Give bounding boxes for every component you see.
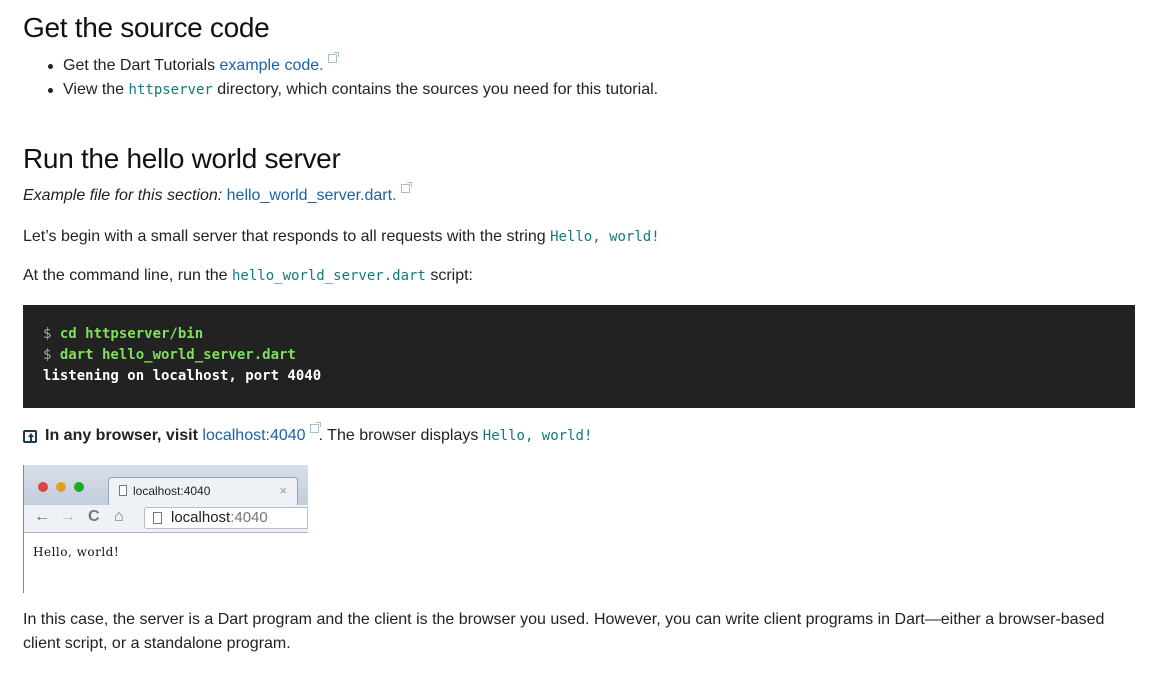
browser-page-content: Hello, world! [24,533,308,593]
example-code-link[interactable]: example code. [220,57,324,74]
home-icon: ⌂ [114,508,124,525]
inline-code: httpserver [128,82,213,98]
paragraph-text: At the command line, run the [23,267,232,284]
bullet-text: Get the Dart Tutorials [63,57,220,74]
page-icon [153,512,162,524]
command-line-paragraph: At the command line, run the hello_world… [23,264,473,288]
back-arrow-icon: ← [34,508,50,525]
paragraph-text: script: [425,267,473,284]
source-bullet-list: Get the Dart Tutorials example code. Vie… [23,52,659,102]
browser-toolbar: ← → C ⌂ localhost:4040 [24,505,308,533]
source-heading: Get the source code [23,12,270,43]
instruction-text: . The browser displays [318,427,483,444]
close-window-icon [38,482,48,492]
inline-code: hello_world_server.dart [232,268,426,284]
inline-code: Hello, world! [482,428,593,444]
reload-icon: C [88,508,100,525]
url-host: localhost [171,509,231,526]
run-server-heading: Run the hello world server [23,143,341,174]
example-file-link[interactable]: hello_world_server.dart. [227,187,397,204]
inline-code: Hello, world! [550,229,660,245]
localhost-link[interactable]: localhost:4040 [202,427,305,444]
terminal-command: cd httpserver/bin [59,326,204,342]
list-item: View the httpserver directory, which con… [47,78,659,102]
terminal-prompt: $ [43,347,60,363]
tab-close-icon: × [279,483,287,498]
browser-address-bar: localhost:4040 [144,507,308,529]
tab-title: localhost:4040 [133,484,211,498]
url-port: :4040 [230,509,268,526]
terminal-line: $ dart hello_world_server.dart [43,345,1115,366]
terminal-command: dart hello_world_server.dart [59,347,296,363]
paragraph-text: Let’s begin with a small server that res… [23,228,551,245]
example-file-line: Example file for this section: hello_wor… [23,182,412,208]
terminal-block: $ cd httpserver/bin $ dart hello_world_s… [23,305,1135,408]
terminal-prompt: $ [43,326,60,342]
forward-arrow-icon: → [60,508,76,525]
example-file-label: Example file for this section: [23,187,227,204]
browser-screenshot: localhost:4040 × ← → C ⌂ localhost:4040 … [23,465,308,593]
bullet-text: directory, which contains the sources yo… [212,81,659,98]
list-item: Get the Dart Tutorials example code. [47,52,658,78]
maximize-window-icon [74,482,84,492]
intro-paragraph: Let’s begin with a small server that res… [23,225,660,249]
instruction-bold-text: In any browser, visit [45,427,203,444]
try-it-icon [23,430,37,443]
minimize-window-icon [56,482,66,492]
browser-tab: localhost:4040 × [108,477,298,505]
terminal-line: $ cd httpserver/bin [43,324,1115,345]
bullet-text: View the [63,81,129,98]
browser-titlebar: localhost:4040 × [24,465,308,505]
external-link-icon [327,52,339,63]
browser-instruction: In any browser, visit localhost:4040 . Th… [23,422,593,448]
terminal-output: listening on localhost, port 4040 [43,368,322,384]
external-link-icon [309,422,321,433]
page-icon [119,485,127,496]
external-link-icon [400,182,412,193]
conclusion-paragraph: In this case, the server is a Dart progr… [23,611,1105,652]
